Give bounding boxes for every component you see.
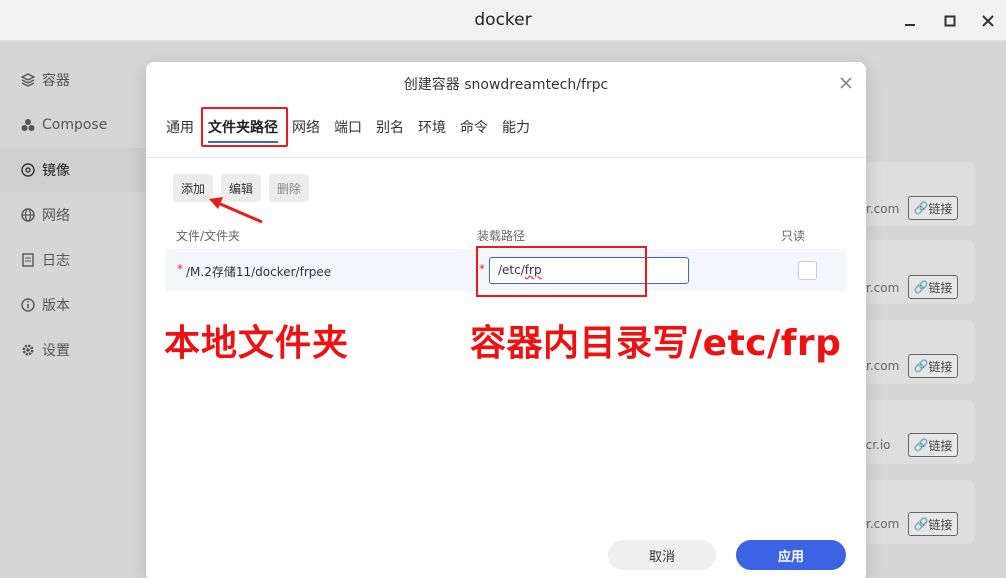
sidebar-item-settings[interactable]: 设置 <box>20 338 70 362</box>
sidebar-item-label: Compose <box>42 117 108 133</box>
tab-ports[interactable]: 端口 <box>334 117 362 143</box>
tab-highlight-box <box>201 107 288 147</box>
link-icon: 🔗 <box>913 201 929 215</box>
required-mark: * <box>177 262 183 276</box>
info-icon <box>20 297 36 313</box>
column-header-readonly: 只读 <box>781 229 806 243</box>
tab-general[interactable]: 通用 <box>166 117 194 143</box>
column-header-mount: 装载路径 <box>477 229 526 243</box>
folder-path: /M.2存储11/docker/frpee <box>186 265 332 279</box>
column-header-folder: 文件/文件夹 <box>176 229 241 243</box>
sidebar-item-label: 网络 <box>42 208 70 224</box>
disc-icon <box>20 162 36 178</box>
minimize-icon[interactable] <box>900 11 920 31</box>
apply-button[interactable]: 应用 <box>736 540 846 570</box>
sidebar-item-label: 版本 <box>42 298 70 314</box>
globe-icon <box>20 207 36 223</box>
sidebar-item-compose[interactable]: Compose <box>20 113 107 137</box>
sidebar-item-version[interactable]: 版本 <box>20 293 70 317</box>
sidebar-item-label: 容器 <box>42 73 70 89</box>
cluster-icon <box>20 117 36 133</box>
tab-command[interactable]: 命令 <box>460 117 488 143</box>
add-button[interactable]: 添加 <box>173 174 213 202</box>
mount-highlight-box <box>476 246 647 297</box>
tab-environment[interactable]: 环境 <box>418 117 446 143</box>
link-icon: 🔗 <box>913 359 929 373</box>
tabs-divider <box>146 157 866 158</box>
cancel-button[interactable]: 取消 <box>608 540 716 570</box>
link-icon: 🔗 <box>913 280 929 294</box>
tab-network[interactable]: 网络 <box>292 117 320 143</box>
maximize-icon[interactable] <box>940 11 960 31</box>
create-container-dialog: 创建容器 snowdreamtech/frpc 通用 文件夹路径 网络 端口 别… <box>146 62 866 578</box>
annotation-local-folder: 本地文件夹 <box>164 323 350 364</box>
tab-alias[interactable]: 别名 <box>376 117 404 143</box>
document-icon <box>20 252 36 268</box>
link-button[interactable]: 🔗 链接 <box>908 354 958 378</box>
link-button[interactable]: 🔗 链接 <box>908 433 958 457</box>
sidebar-item-label: 镜像 <box>42 163 70 179</box>
edit-button[interactable]: 编辑 <box>221 174 261 202</box>
sidebar-item-logs[interactable]: 日志 <box>20 248 70 272</box>
sidebar-item-label: 日志 <box>42 253 70 269</box>
sidebar-item-containers[interactable]: 容器 <box>20 68 70 92</box>
link-icon: 🔗 <box>913 517 929 531</box>
registry-suffix: r.com <box>866 359 900 373</box>
dialog-close-icon[interactable] <box>836 73 856 93</box>
window-title: docker <box>474 10 532 30</box>
sidebar: 容器 Compose 镜像 网络 日志 版本 设置 <box>0 42 145 578</box>
link-button[interactable]: 🔗 链接 <box>908 275 958 299</box>
registry-suffix: r.com <box>866 281 900 295</box>
registry-suffix: r.com <box>866 202 900 216</box>
window-titlebar: docker <box>0 0 1006 41</box>
delete-button[interactable]: 删除 <box>269 174 309 202</box>
layers-icon <box>20 72 36 88</box>
annotation-container-dir: 容器内目录写/etc/frp <box>470 323 842 364</box>
sidebar-item-label: 设置 <box>42 343 70 359</box>
link-button[interactable]: 🔗 链接 <box>908 512 958 536</box>
sidebar-item-images[interactable]: 镜像 <box>20 158 70 182</box>
registry-suffix: r.com <box>866 517 900 531</box>
gear-icon <box>20 342 36 358</box>
link-icon: 🔗 <box>913 438 929 452</box>
tab-capabilities[interactable]: 能力 <box>502 117 530 143</box>
link-button[interactable]: 🔗 链接 <box>908 196 958 220</box>
readonly-checkbox[interactable] <box>798 261 817 280</box>
dialog-title: 创建容器 snowdreamtech/frpc <box>403 77 609 93</box>
close-icon[interactable] <box>978 11 998 31</box>
sidebar-item-network[interactable]: 网络 <box>20 203 70 227</box>
